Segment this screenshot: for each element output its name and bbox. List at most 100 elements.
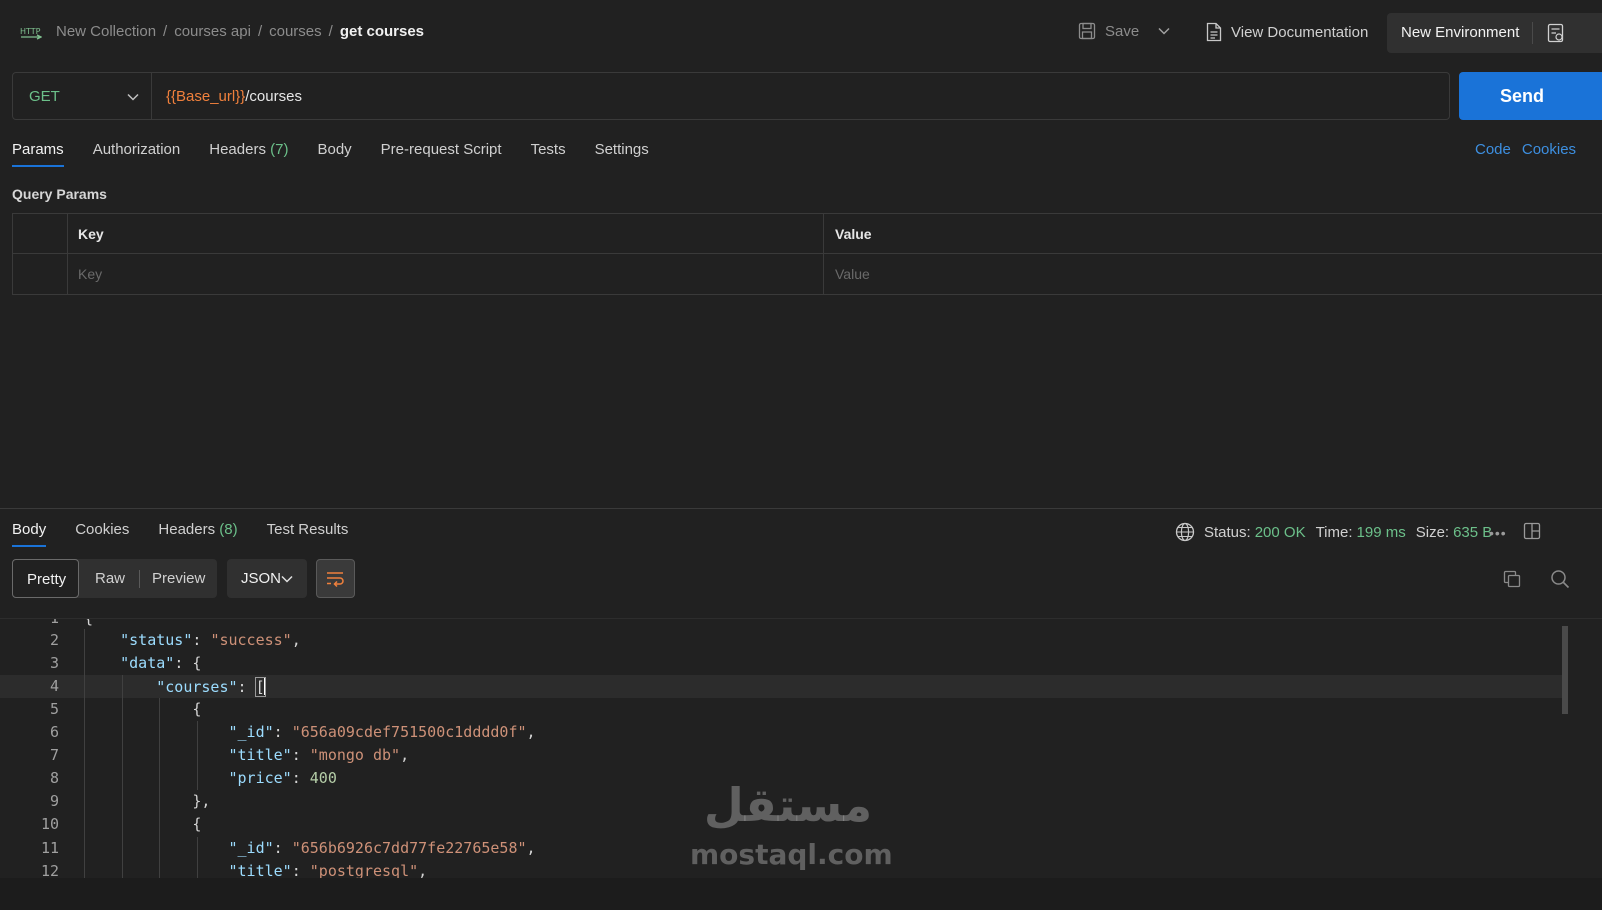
indent-guide	[122, 675, 123, 878]
response-tab-cookies[interactable]: Cookies	[75, 521, 129, 547]
query-params-title: Query Params	[12, 186, 107, 202]
view-separator	[139, 570, 140, 588]
code-line: 10 {	[0, 813, 1562, 836]
response-body-editor[interactable]: 1 { 2 "status": "success", 3 "data": { 4…	[0, 618, 1602, 878]
chevron-down-icon[interactable]	[127, 93, 139, 101]
code-text: "_id": "656a09cdef751500c1dddd0f",	[228, 723, 536, 741]
chevron-down-icon[interactable]	[1158, 27, 1170, 35]
pretty-button[interactable]: Pretty	[12, 559, 79, 598]
tab-tests[interactable]: Tests	[531, 141, 566, 167]
more-icon[interactable]: •••	[1489, 525, 1507, 541]
url-path: /courses	[245, 88, 302, 105]
save-icon	[1078, 22, 1096, 40]
headers-count: (7)	[270, 141, 289, 158]
indent-guide	[84, 629, 85, 878]
status-label: Status:	[1204, 523, 1251, 541]
code-text: "courses": [	[156, 677, 266, 697]
layout-icon[interactable]	[1523, 522, 1541, 540]
line-number: 5	[49, 700, 59, 718]
tab-headers[interactable]: Headers (7)	[209, 141, 288, 167]
send-button[interactable]: Send	[1459, 72, 1602, 120]
environment-label: New Environment	[1401, 24, 1520, 41]
response-tab-body[interactable]: Body	[12, 521, 47, 547]
size-value[interactable]: 635 B	[1453, 524, 1492, 541]
line-number: 6	[49, 723, 59, 741]
wrap-lines-button[interactable]	[316, 559, 355, 598]
code-line: 11 "_id": "656b6926c7dd77fe22765e58",	[0, 837, 1562, 860]
cookies-link[interactable]: Cookies	[1522, 141, 1576, 158]
tab-authorization[interactable]: Authorization	[93, 141, 181, 167]
tab-prerequest-script[interactable]: Pre-request Script	[381, 141, 502, 167]
pane-resize-handle[interactable]	[0, 508, 1602, 509]
copy-icon[interactable]	[1503, 570, 1521, 588]
request-side-links: Code Cookies	[1475, 141, 1587, 158]
breadcrumb-item-collection[interactable]: New Collection	[56, 23, 156, 40]
breadcrumb-separator: /	[328, 23, 333, 40]
http-icon: HTTP	[20, 27, 42, 40]
preview-button[interactable]: Preview	[152, 570, 205, 587]
request-name[interactable]: get courses	[340, 23, 424, 40]
code-link[interactable]: Code	[1475, 141, 1511, 158]
editor-scrollbar[interactable]	[1562, 626, 1568, 714]
method-select[interactable]: GET	[29, 88, 60, 105]
code-text: "status": "success",	[120, 631, 301, 649]
value-input[interactable]: Value	[835, 266, 870, 282]
raw-button[interactable]: Raw	[95, 570, 125, 587]
tab-settings[interactable]: Settings	[595, 141, 649, 167]
globe-icon[interactable]	[1175, 522, 1195, 542]
code-line-current: 4 "courses": [	[0, 675, 1562, 698]
url-bar: GET {{Base_url}}/courses	[12, 72, 1450, 120]
breadcrumb: New Collection / courses api / courses / get c…	[56, 23, 424, 40]
line-number: 12	[40, 862, 59, 878]
line-number: 2	[49, 631, 59, 649]
bottom-strip	[0, 878, 1602, 910]
code-line: 8 "price": 400	[0, 767, 1562, 790]
time-value[interactable]: 199 ms	[1357, 524, 1406, 541]
response-tab-test-results[interactable]: Test Results	[267, 521, 349, 547]
format-select[interactable]: JSON	[227, 559, 307, 598]
line-number: 3	[49, 654, 59, 672]
line-number: 10	[40, 815, 59, 833]
status-value[interactable]: 200 OK	[1255, 524, 1306, 541]
time-label: Time:	[1315, 523, 1353, 541]
search-icon[interactable]	[1550, 569, 1570, 589]
code-text: {	[192, 700, 202, 718]
line-number: 7	[49, 746, 59, 764]
key-input[interactable]: Key	[78, 266, 102, 282]
tab-body[interactable]: Body	[317, 141, 351, 167]
response-headers-count: (8)	[219, 521, 238, 538]
code-text: "_id": "656b6926c7dd77fe22765e58",	[228, 839, 536, 857]
format-label: JSON	[241, 570, 282, 587]
code-line: 7 "title": "mongo db",	[0, 744, 1562, 767]
chevron-down-icon	[281, 575, 293, 583]
breadcrumb-item-subfolder[interactable]: courses	[269, 23, 322, 40]
code-text: "title": "postgresql",	[228, 862, 428, 878]
response-tabs: Body Cookies Headers (8) Test Results	[12, 521, 377, 547]
code-line: 12 "title": "postgresql",	[0, 860, 1562, 878]
breadcrumb-separator: /	[163, 23, 168, 40]
code-text: {	[84, 618, 94, 627]
top-bar: HTTP New Collection / courses api / courses /…	[0, 0, 1602, 64]
code-line: 9 },	[0, 790, 1562, 813]
code-text: "title": "mongo db",	[228, 746, 410, 764]
request-tabs: Params Authorization Headers (7) Body Pr…	[12, 141, 678, 167]
environment-selector[interactable]: New Environment	[1387, 13, 1602, 53]
table-row: Key Value	[13, 254, 1602, 294]
code-text: },	[192, 792, 211, 810]
line-number: 11	[40, 839, 59, 857]
url-variable: {{Base_url}}	[166, 88, 246, 105]
url-input[interactable]: {{Base_url}}/courses	[166, 88, 302, 105]
text-cursor	[263, 677, 266, 695]
table-divider	[823, 214, 824, 294]
view-documentation-label: View Documentation	[1231, 23, 1369, 41]
line-number: 8	[49, 769, 59, 787]
response-meta: Status: 200 OK Time: 199 ms Size: 635 B	[1175, 522, 1502, 542]
value-column-header: Value	[835, 226, 872, 242]
tab-params[interactable]: Params	[12, 141, 64, 167]
environment-icon[interactable]	[1547, 23, 1565, 43]
breadcrumb-item-folder[interactable]: courses api	[174, 23, 251, 40]
save-button[interactable]: Save	[1078, 22, 1139, 40]
view-documentation-button[interactable]: View Documentation	[1206, 22, 1368, 42]
response-tab-headers[interactable]: Headers (8)	[158, 521, 237, 547]
indent-guide	[159, 698, 160, 878]
